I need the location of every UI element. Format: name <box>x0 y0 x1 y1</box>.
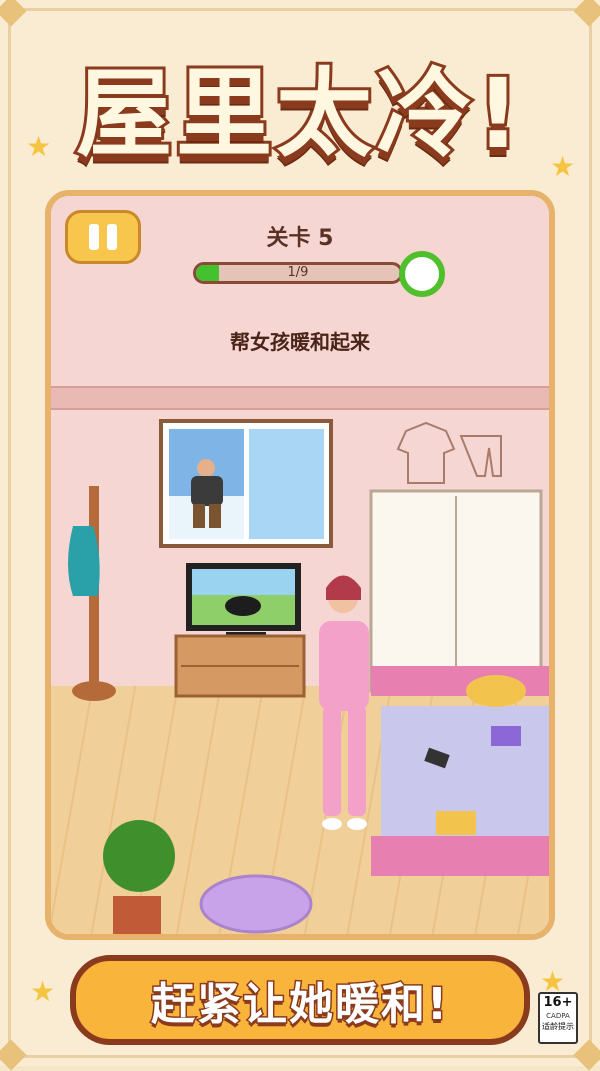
goal-ring-icon <box>399 251 445 297</box>
round-rug <box>199 874 313 934</box>
game-title: 屋里太冷! <box>73 55 524 173</box>
age-rating-badge: 16+ CADPA 适龄提示 <box>538 992 578 1044</box>
instruction-text: 帮女孩暖和起来 <box>230 330 370 354</box>
age-rating-tip: 适龄提示 <box>542 1022 574 1031</box>
bottom-banner: 赶紧让她暖和! <box>70 955 530 1045</box>
game-scene[interactable]: 关卡 5 1/9 帮女孩暖和起来 <box>45 190 555 940</box>
progress-text: 1/9 <box>287 265 309 280</box>
coat-rack[interactable] <box>68 486 116 701</box>
clothes-outline <box>396 421 502 484</box>
age-rating-org: CADPA <box>546 1012 570 1020</box>
star-icon: ★ <box>30 975 56 1008</box>
wardrobe[interactable] <box>369 489 543 693</box>
potted-plant[interactable] <box>103 820 175 936</box>
progress-bar: 1/9 <box>193 262 403 284</box>
pillow <box>466 675 526 707</box>
hot-water-bottle <box>491 726 521 746</box>
cold-girl[interactable] <box>319 575 369 831</box>
age-rating: 16+ <box>543 995 573 1010</box>
banner-text: 赶紧让她暖和! <box>149 978 450 1032</box>
window[interactable] <box>159 419 333 548</box>
bed[interactable] <box>371 666 555 876</box>
title-banner: 屋里太冷! <box>40 30 560 180</box>
room-illustration <box>68 419 555 936</box>
tv-stand[interactable] <box>174 634 306 698</box>
television[interactable] <box>186 563 301 637</box>
level-label: 关卡 5 <box>266 226 334 251</box>
folded-blanket <box>436 811 476 835</box>
